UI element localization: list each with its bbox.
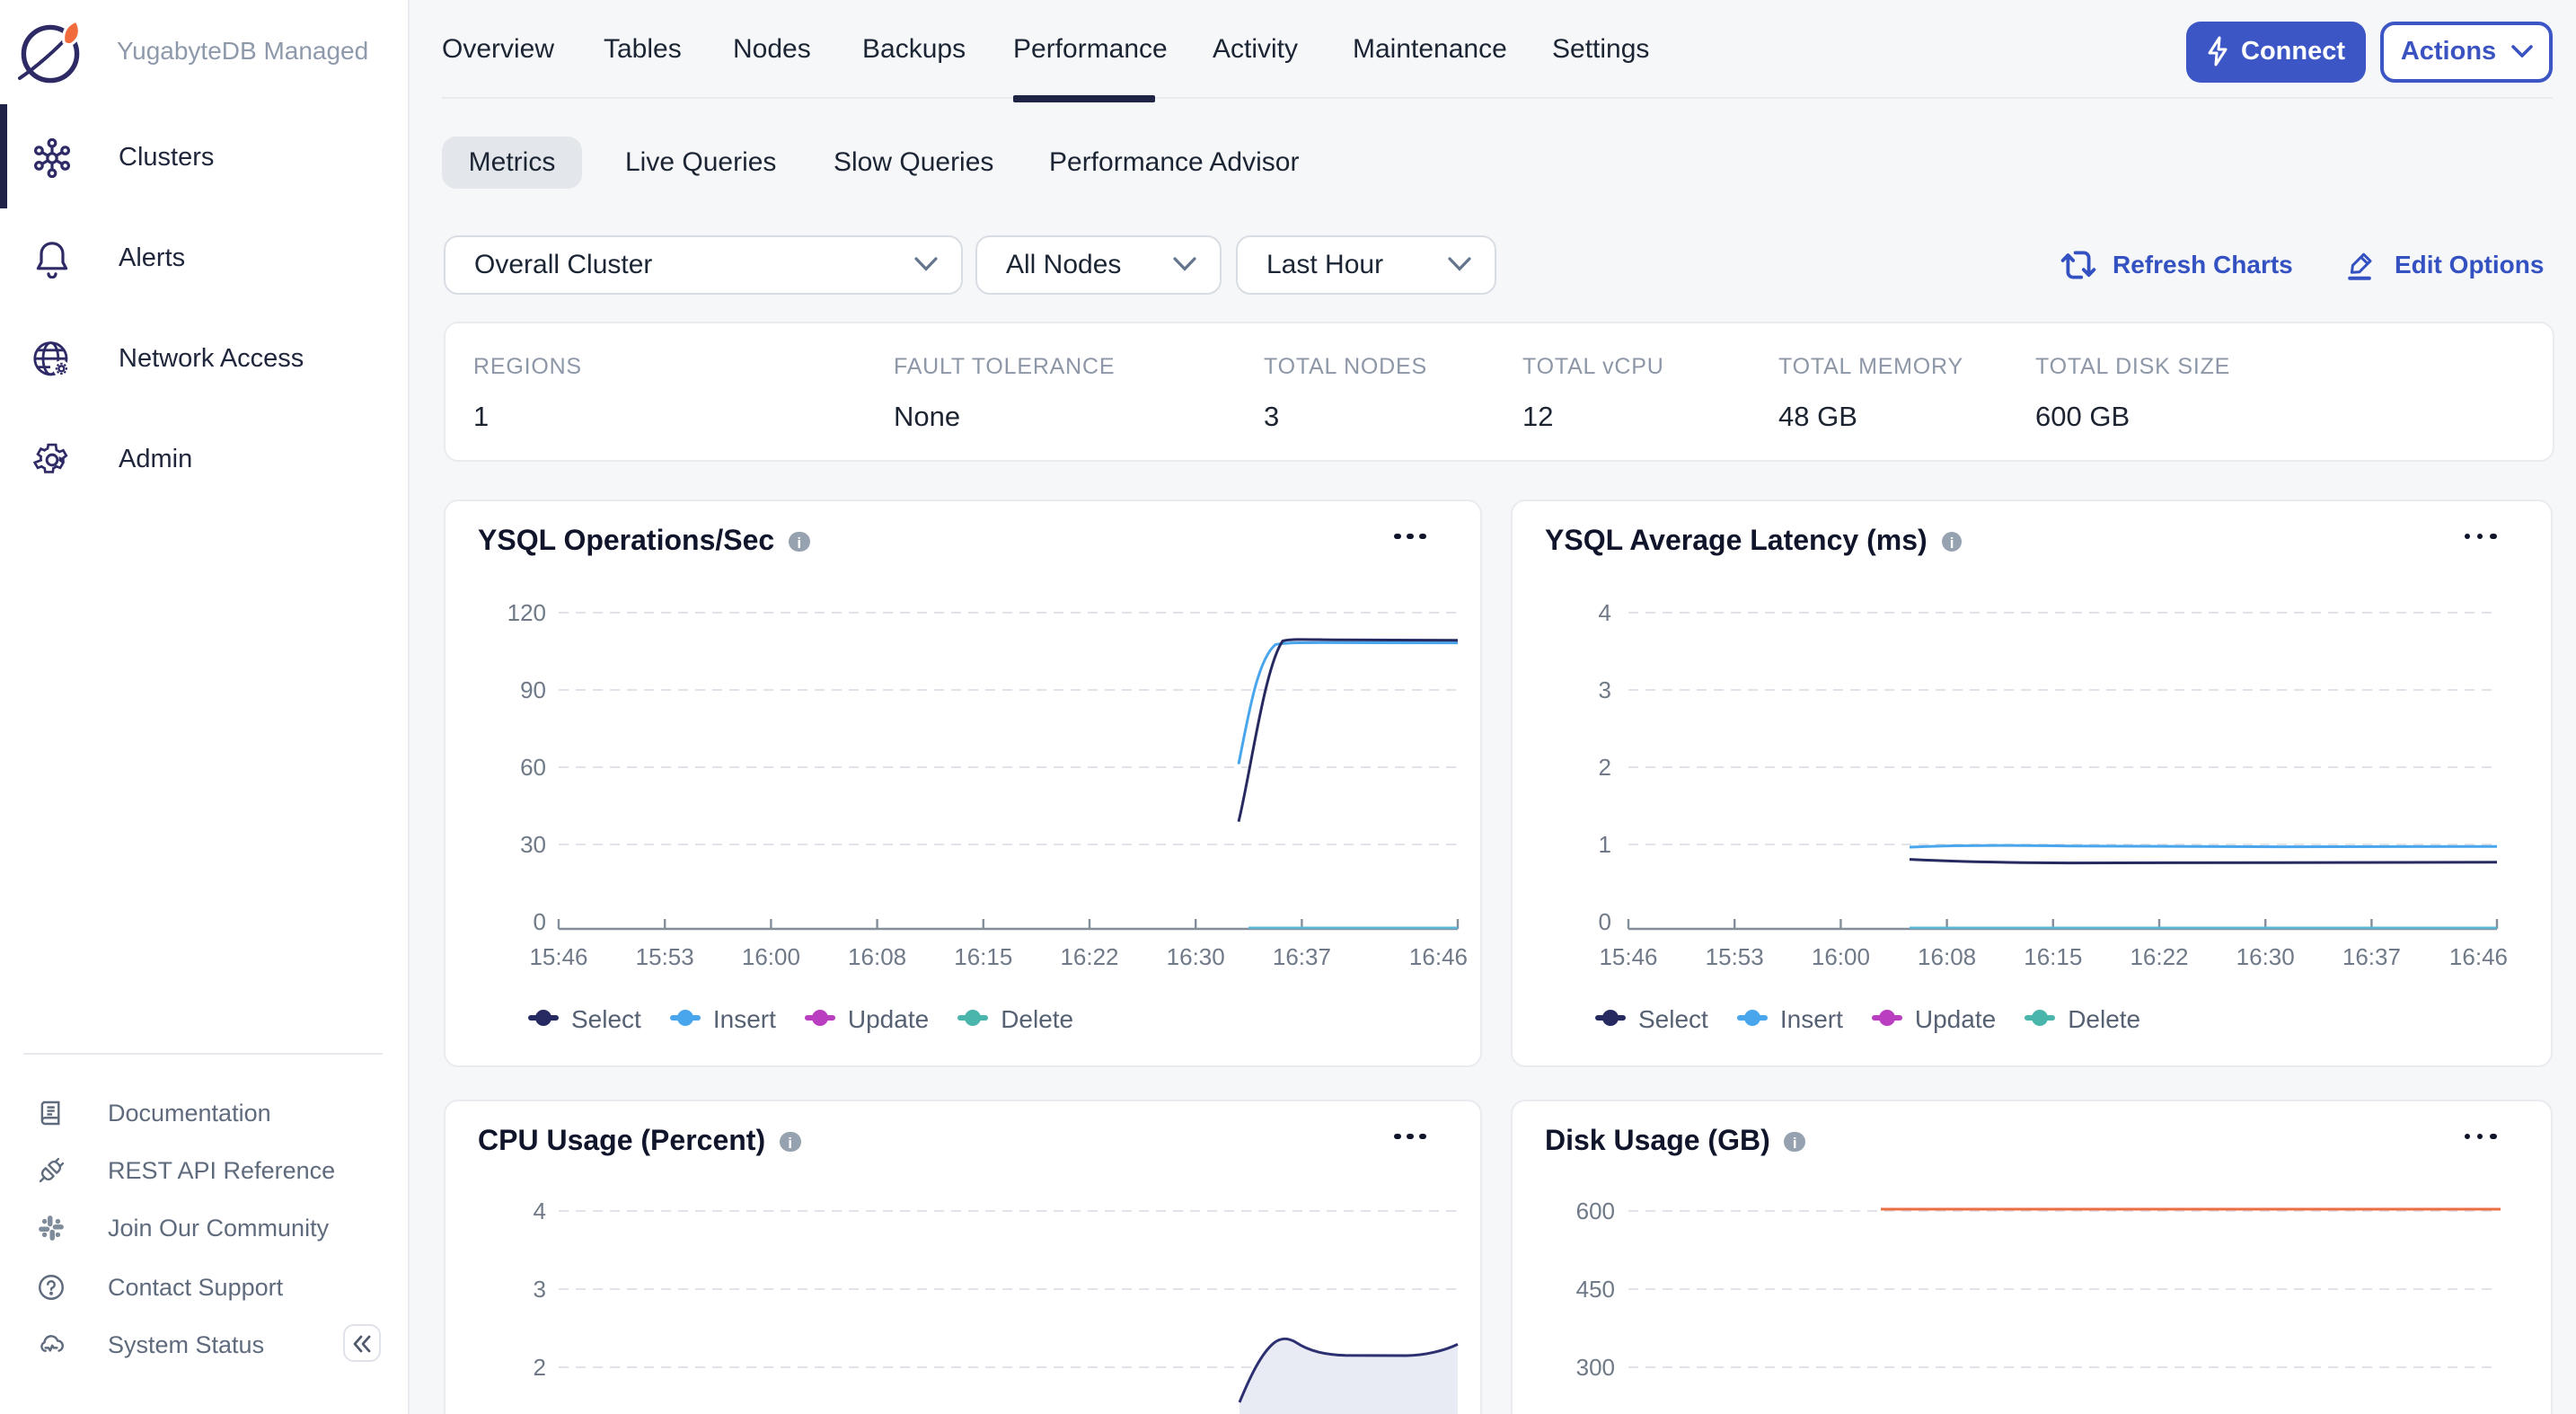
svg-text:30: 30 <box>520 830 546 857</box>
svg-text:16:46: 16:46 <box>2449 942 2508 969</box>
svg-text:2: 2 <box>1599 753 1611 780</box>
svg-text:450: 450 <box>1576 1275 1615 1302</box>
svg-text:16:08: 16:08 <box>1918 942 1976 969</box>
svg-text:0: 0 <box>1599 907 1611 934</box>
svg-text:16:30: 16:30 <box>2236 942 2295 969</box>
svg-text:15:53: 15:53 <box>1706 942 1764 969</box>
svg-text:60: 60 <box>520 753 546 780</box>
svg-text:16:00: 16:00 <box>1812 942 1870 969</box>
svg-text:16:15: 16:15 <box>2024 942 2082 969</box>
svg-text:16:08: 16:08 <box>848 942 906 969</box>
svg-text:16:37: 16:37 <box>2342 942 2401 969</box>
svg-text:15:46: 15:46 <box>529 942 587 969</box>
svg-text:16:22: 16:22 <box>2130 942 2188 969</box>
svg-text:4: 4 <box>1599 598 1611 625</box>
svg-text:16:00: 16:00 <box>742 942 800 969</box>
svg-text:3: 3 <box>534 1275 546 1302</box>
svg-text:16:46: 16:46 <box>1409 942 1468 969</box>
svg-text:600: 600 <box>1576 1197 1615 1224</box>
svg-text:1: 1 <box>1599 830 1611 857</box>
svg-text:3: 3 <box>1599 676 1611 703</box>
svg-text:16:37: 16:37 <box>1273 942 1331 969</box>
svg-text:15:53: 15:53 <box>636 942 694 969</box>
svg-text:300: 300 <box>1576 1353 1615 1380</box>
svg-text:16:30: 16:30 <box>1167 942 1225 969</box>
svg-text:120: 120 <box>507 598 546 625</box>
svg-text:90: 90 <box>520 676 546 703</box>
svg-text:4: 4 <box>534 1197 546 1224</box>
svg-text:2: 2 <box>534 1353 546 1380</box>
svg-text:16:15: 16:15 <box>954 942 1012 969</box>
svg-text:15:46: 15:46 <box>1599 942 1657 969</box>
svg-text:16:22: 16:22 <box>1060 942 1118 969</box>
svg-text:0: 0 <box>534 907 546 934</box>
